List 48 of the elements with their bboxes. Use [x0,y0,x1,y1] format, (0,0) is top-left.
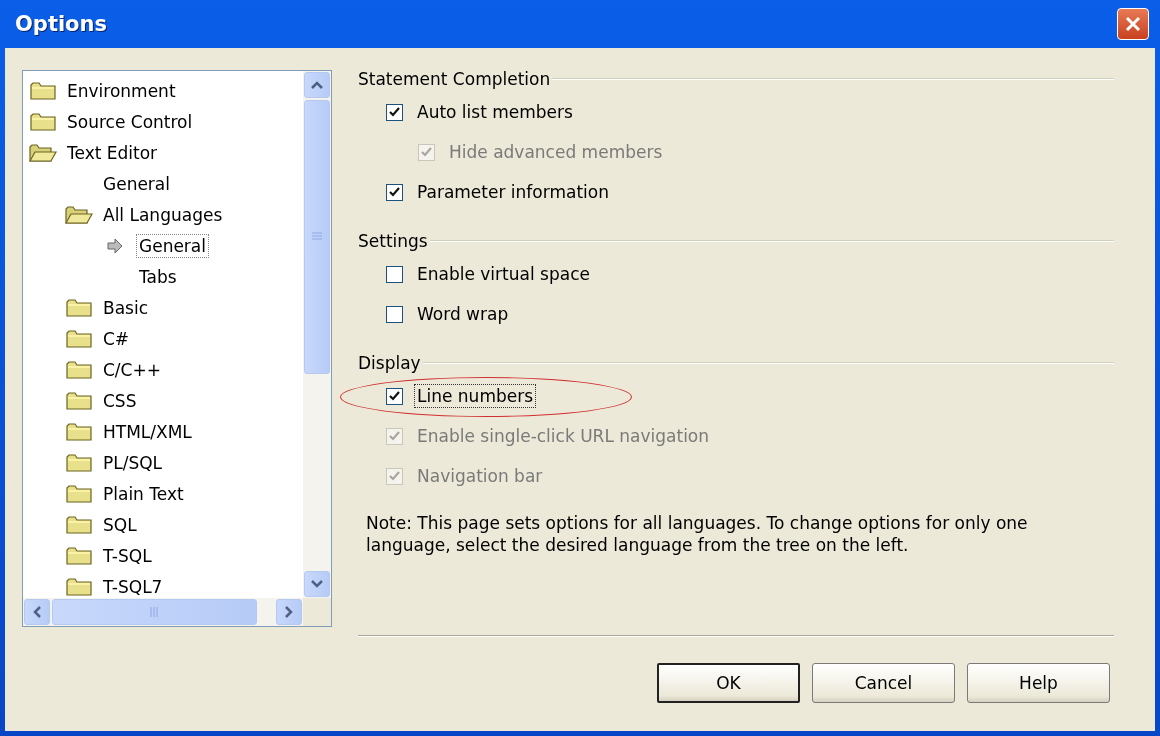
tree-item[interactable]: T-SQL [101,544,154,567]
tree-item[interactable]: C# [101,327,132,350]
tree-item[interactable]: CSS [101,389,139,412]
scroll-down-button[interactable] [304,571,330,597]
dialog-button[interactable]: Cancel [812,663,955,703]
vertical-scrollbar[interactable] [303,71,331,598]
checkbox[interactable] [386,265,403,283]
scroll-up-button[interactable] [304,72,330,98]
scroll-right-button[interactable] [276,599,302,625]
checkbox-label[interactable]: Line numbers [415,385,536,407]
group-title: Statement Completion [358,69,551,89]
tree-item[interactable]: Source Control [65,110,195,133]
tree-item[interactable]: Plain Text [101,482,186,505]
checkbox-label[interactable]: Enable virtual space [415,263,592,285]
tree-item[interactable]: PL/SQL [101,451,165,474]
checkbox[interactable] [386,103,403,121]
tree-item[interactable]: Environment [65,79,178,102]
close-icon [1124,15,1142,33]
checkbox[interactable] [386,305,403,323]
checkbox[interactable] [386,387,403,405]
tree-item[interactable]: All Languages [101,203,225,226]
checkbox-label[interactable]: Word wrap [415,303,511,325]
tree-item[interactable]: General [137,234,208,257]
scroll-left-button[interactable] [24,599,50,625]
tree-item[interactable]: Text Editor [65,141,160,164]
window-title: Options [15,12,107,36]
close-button[interactable] [1117,8,1149,40]
group-title: Settings [358,231,428,251]
checkbox[interactable] [386,183,403,201]
tree-item[interactable]: SQL [101,513,139,536]
tree-item[interactable]: C/C++ [101,358,163,381]
dialog-button[interactable]: OK [657,663,800,703]
tree-item[interactable]: Basic [101,296,150,319]
checkbox-label[interactable]: Parameter information [415,181,611,203]
scrollbar-corner [303,598,331,626]
scroll-thumb[interactable] [304,100,330,374]
checkbox-label[interactable]: Auto list members [415,101,575,123]
grip-icon [149,606,160,618]
tree-item[interactable]: T-SQL7 [101,575,165,598]
tree-item[interactable]: HTML/XML [101,420,194,443]
group-title: Display [358,353,421,373]
dialog-button[interactable]: Help [967,663,1110,703]
scroll-thumb[interactable] [52,599,257,625]
grip-icon [311,232,323,242]
note-text: Note: This page sets options for all languages. To change options for only one language, select the desired language from the tree on the left. [366,512,1029,556]
tree-item[interactable]: Tabs [137,265,179,288]
horizontal-scrollbar[interactable] [23,598,303,626]
tree-item[interactable]: General [101,172,172,195]
